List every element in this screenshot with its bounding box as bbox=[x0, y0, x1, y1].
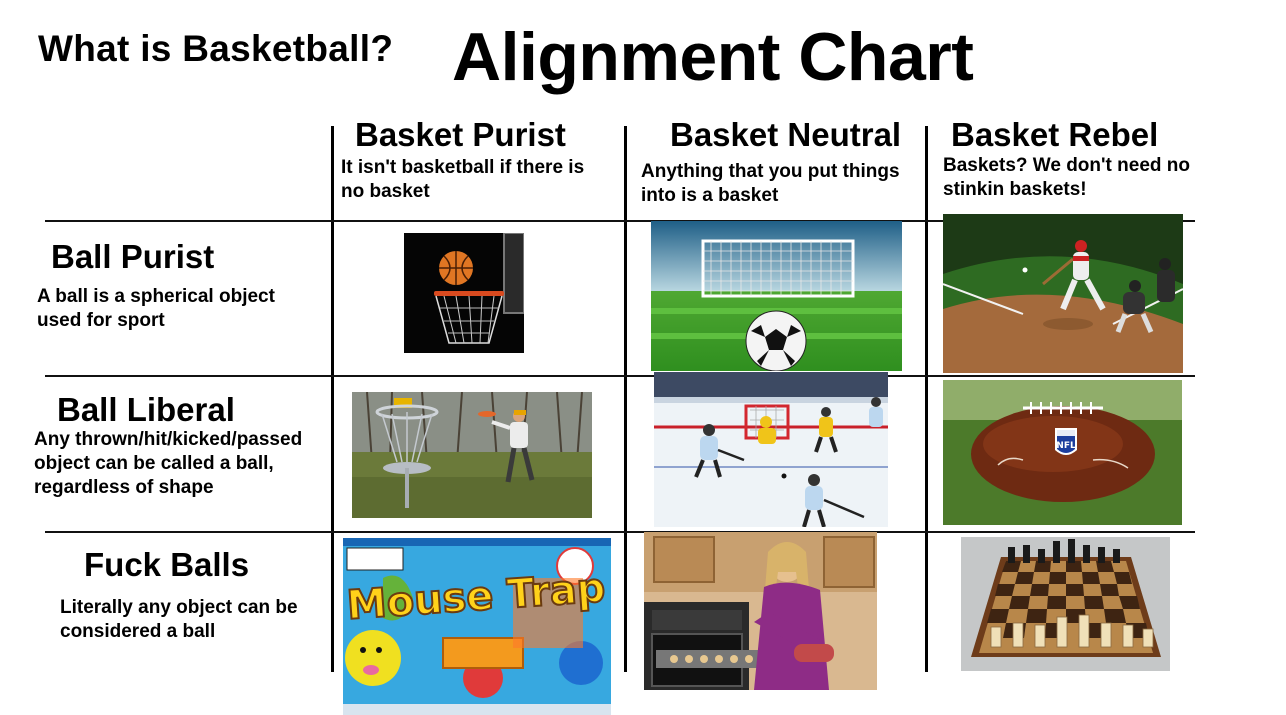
question-title: What is Basketball? bbox=[38, 28, 394, 69]
disc-golf-icon bbox=[352, 392, 592, 518]
row-header-ball-purist: Ball Purist bbox=[51, 238, 215, 275]
baseball-icon bbox=[943, 214, 1183, 373]
row-header-fuck-balls: Fuck Balls bbox=[84, 546, 250, 583]
grid-vline-3 bbox=[925, 126, 928, 672]
basketball-hoop-icon bbox=[404, 233, 524, 353]
board-game-icon: Mouse Trap bbox=[343, 538, 611, 715]
chart-title: Alignment Chart bbox=[452, 19, 974, 95]
grid-hline-2 bbox=[45, 375, 1195, 377]
chessboard-icon bbox=[961, 537, 1170, 671]
grid-vline-1 bbox=[331, 126, 334, 672]
row-desc-ball-liberal: Any thrown/hit/kicked/passed object can … bbox=[34, 429, 303, 498]
col-header-basket-neutral: Basket Neutral bbox=[670, 116, 902, 153]
hockey-icon bbox=[654, 372, 888, 527]
grid-hline-3 bbox=[45, 531, 1195, 533]
grid-vline-2 bbox=[624, 126, 627, 672]
col-header-basket-purist: Basket Purist bbox=[355, 116, 566, 153]
row-desc-fuck-balls: Literally any object can be considered a… bbox=[60, 597, 298, 642]
football-icon: NFL bbox=[943, 380, 1182, 525]
soccer-goal-icon bbox=[651, 221, 902, 371]
col-desc-basket-rebel: Baskets? We don't need no stinkin basket… bbox=[943, 155, 1190, 200]
col-desc-basket-neutral: Anything that you put things into is a b… bbox=[641, 161, 900, 206]
row-desc-ball-purist: A ball is a spherical object used for sp… bbox=[37, 286, 275, 331]
col-desc-basket-purist: It isn't basketball if there is no baske… bbox=[341, 157, 585, 202]
baking-icon bbox=[644, 532, 877, 690]
nfl-logo-text: NFL bbox=[1056, 441, 1076, 451]
row-header-ball-liberal: Ball Liberal bbox=[57, 391, 235, 428]
col-header-basket-rebel: Basket Rebel bbox=[951, 116, 1159, 153]
